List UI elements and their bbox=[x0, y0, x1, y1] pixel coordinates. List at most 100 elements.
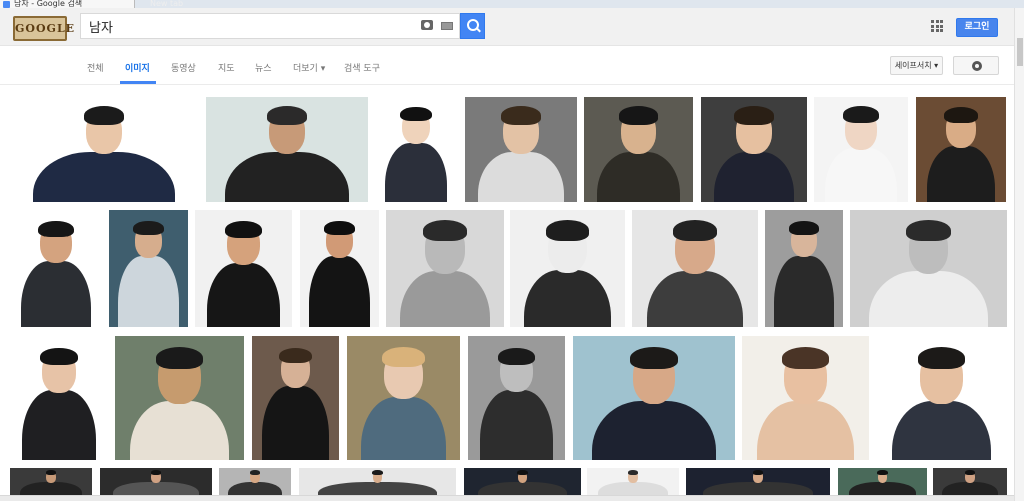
image-result-thumbnail[interactable] bbox=[465, 97, 577, 202]
person-hair bbox=[943, 106, 979, 123]
image-result-thumbnail[interactable] bbox=[386, 210, 504, 327]
image-result-thumbnail[interactable] bbox=[10, 468, 92, 495]
gear-icon bbox=[972, 61, 982, 71]
person-hair bbox=[545, 220, 590, 241]
login-button[interactable]: 로그인 bbox=[956, 18, 998, 37]
person-body bbox=[848, 482, 917, 495]
image-result-thumbnail[interactable] bbox=[109, 210, 188, 327]
image-result-thumbnail[interactable] bbox=[814, 97, 908, 202]
person-hair bbox=[400, 106, 432, 122]
person-body bbox=[32, 151, 176, 202]
image-result-thumbnail[interactable] bbox=[195, 210, 292, 327]
tab-news[interactable]: 뉴스 bbox=[255, 61, 272, 74]
person-hair bbox=[267, 106, 307, 125]
person-body bbox=[19, 482, 83, 495]
tab-all[interactable]: 전체 bbox=[87, 61, 104, 74]
person-body bbox=[113, 482, 199, 495]
search-nav-bar: 전체 이미지 동영상 지도 뉴스 더보기 ▾ 검색 도구 세이프서치 ▾ bbox=[0, 47, 1014, 85]
image-result-thumbnail[interactable] bbox=[468, 336, 565, 460]
image-result-thumbnail[interactable] bbox=[10, 97, 198, 202]
image-result-thumbnail[interactable] bbox=[742, 336, 869, 460]
person-body bbox=[592, 400, 716, 460]
browser-tab-new-title: New tab bbox=[150, 0, 184, 8]
image-result-thumbnail[interactable] bbox=[838, 468, 927, 495]
top-bar: GOOGLE 로그인 bbox=[0, 8, 1024, 46]
image-result-thumbnail[interactable] bbox=[573, 336, 735, 460]
image-result-thumbnail[interactable] bbox=[701, 97, 807, 202]
person-body bbox=[703, 482, 813, 495]
person-body bbox=[523, 270, 612, 327]
image-result-thumbnail[interactable] bbox=[933, 468, 1007, 495]
page-scrollbar[interactable] bbox=[1014, 8, 1024, 501]
image-result-thumbnail[interactable] bbox=[10, 210, 102, 327]
search-box bbox=[80, 13, 460, 39]
google-doodle-logo[interactable]: GOOGLE bbox=[13, 16, 74, 41]
image-result-thumbnail[interactable] bbox=[300, 210, 379, 327]
person-hair bbox=[501, 106, 541, 125]
tab-search-tools[interactable]: 검색 도구 bbox=[344, 61, 380, 74]
safesearch-button[interactable]: 세이프서치 ▾ bbox=[890, 56, 943, 75]
camera-icon[interactable] bbox=[421, 20, 433, 30]
person-body bbox=[384, 142, 448, 202]
browser-tab-new[interactable]: New tab bbox=[136, 0, 276, 8]
person-hair bbox=[225, 220, 262, 239]
person-body bbox=[868, 271, 989, 327]
image-result-thumbnail[interactable] bbox=[632, 210, 758, 327]
image-result-thumbnail[interactable] bbox=[686, 468, 830, 495]
tab-videos[interactable]: 동영상 bbox=[171, 61, 196, 74]
browser-tab-title: 남자 - Google 검색 bbox=[14, 0, 83, 8]
image-result-thumbnail[interactable] bbox=[347, 336, 460, 460]
person-body bbox=[774, 255, 834, 327]
person-body bbox=[478, 151, 564, 202]
image-result-thumbnail[interactable] bbox=[765, 210, 843, 327]
tab-maps[interactable]: 지도 bbox=[218, 61, 235, 74]
person-hair bbox=[38, 220, 74, 238]
image-result-thumbnail[interactable] bbox=[850, 210, 1007, 327]
person-hair bbox=[734, 106, 774, 125]
image-result-thumbnail[interactable] bbox=[10, 336, 108, 460]
person-body bbox=[21, 390, 97, 460]
person-hair bbox=[249, 470, 261, 476]
image-result-thumbnail[interactable] bbox=[100, 468, 212, 495]
image-result-thumbnail[interactable] bbox=[206, 97, 368, 202]
person-hair bbox=[672, 220, 718, 241]
image-result-thumbnail[interactable] bbox=[587, 468, 679, 495]
person-body bbox=[598, 482, 668, 495]
person-body bbox=[130, 400, 229, 460]
person-hair bbox=[324, 221, 355, 236]
person-hair bbox=[789, 221, 819, 236]
tab-more[interactable]: 더보기 ▾ bbox=[293, 61, 325, 74]
image-result-thumbnail[interactable] bbox=[464, 468, 581, 495]
image-result-thumbnail[interactable] bbox=[876, 336, 1007, 460]
keyboard-icon[interactable] bbox=[441, 22, 453, 30]
logo-text: GOOGLE bbox=[15, 22, 76, 35]
person-hair bbox=[877, 470, 888, 476]
person-body bbox=[825, 147, 897, 202]
person-body bbox=[118, 255, 179, 327]
scrollbar-thumb[interactable] bbox=[1017, 38, 1023, 66]
browser-tab-active[interactable]: 남자 - Google 검색 bbox=[0, 0, 135, 8]
image-result-thumbnail[interactable] bbox=[115, 336, 244, 460]
image-result-thumbnail[interactable] bbox=[916, 97, 1006, 202]
person-hair bbox=[381, 347, 425, 368]
person-body bbox=[713, 151, 795, 202]
tab-images[interactable]: 이미지 bbox=[125, 61, 150, 74]
person-hair bbox=[618, 106, 659, 125]
person-hair bbox=[278, 347, 313, 364]
image-result-thumbnail[interactable] bbox=[510, 210, 625, 327]
google-favicon-icon bbox=[3, 1, 10, 8]
image-result-thumbnail[interactable] bbox=[252, 336, 339, 460]
person-body bbox=[21, 261, 91, 327]
image-result-thumbnail[interactable] bbox=[299, 468, 456, 495]
image-result-thumbnail[interactable] bbox=[219, 468, 291, 495]
settings-button[interactable] bbox=[953, 56, 999, 75]
person-body bbox=[479, 390, 554, 460]
search-button[interactable] bbox=[460, 13, 485, 39]
image-result-thumbnail[interactable] bbox=[584, 97, 693, 202]
active-tab-indicator bbox=[120, 81, 156, 84]
person-body bbox=[360, 396, 447, 460]
image-result-thumbnail[interactable] bbox=[375, 97, 457, 202]
apps-grid-icon[interactable] bbox=[931, 20, 943, 32]
search-input[interactable] bbox=[81, 14, 411, 38]
person-body bbox=[206, 263, 281, 327]
